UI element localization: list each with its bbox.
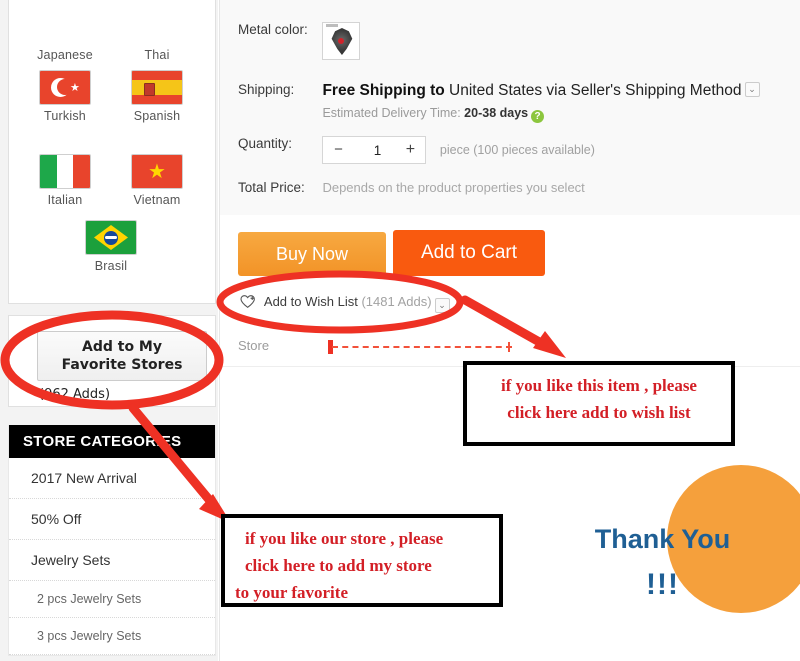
fav-button-line2: Favorite Stores: [61, 357, 183, 373]
vietnam-flag-icon: ★: [131, 154, 183, 189]
language-option-vietnam[interactable]: ★ Vietnam: [111, 154, 203, 207]
annotation-store-line3: to your favorite: [235, 583, 348, 602]
add-to-wish-list-link[interactable]: Add to Wish List (1481 Adds) ⌄: [240, 294, 450, 313]
fav-button-line1: Add to My: [82, 339, 162, 355]
category-item-2017-new-arrival[interactable]: 2017 New Arrival: [9, 458, 215, 499]
dashed-rating-line: [332, 346, 512, 348]
estimated-delivery-value: 20-38 days: [464, 106, 529, 120]
quantity-decrement-button[interactable]: −: [325, 137, 351, 163]
store-categories-header: STORE CATEGORIES: [9, 425, 215, 458]
language-label: Italian: [47, 193, 83, 207]
quantity-increment-button[interactable]: +: [397, 137, 423, 163]
language-selector-panel: Japanese Thai ★ Turkish Spanish Italian …: [8, 0, 216, 304]
language-option-thai[interactable]: Thai: [111, 44, 203, 62]
thank-you-badge: Thank You !!!: [560, 452, 765, 652]
progress-marker-right: [508, 342, 510, 352]
add-to-favorite-stores-button[interactable]: Add to My Favorite Stores: [37, 331, 207, 381]
annotation-box-favorite-store: if you like our store , please click her…: [221, 514, 503, 607]
chevron-down-icon[interactable]: ⌄: [744, 82, 760, 97]
language-option-turkish[interactable]: ★ Turkish: [19, 70, 111, 123]
language-label: Turkish: [44, 109, 86, 123]
swatch-tag-icon: [326, 24, 339, 27]
language-option-brasil[interactable]: Brasil: [65, 220, 157, 273]
annotation-box-wish-list: if you like this item , please click her…: [463, 361, 735, 446]
category-item-50-off[interactable]: 50% Off: [9, 499, 215, 540]
heart-plus-icon: [240, 295, 255, 309]
help-icon[interactable]: ?: [531, 110, 545, 123]
total-price-note: Depends on the product properties you se…: [322, 180, 585, 195]
language-label: Thai: [144, 48, 170, 62]
shipping-free-text: Free Shipping to: [322, 82, 445, 99]
thank-you-exclamation: !!!: [646, 568, 679, 601]
wish-list-count: (1481 Adds): [357, 294, 432, 309]
turkey-flag-icon: ★: [39, 70, 91, 105]
category-item-2-pcs-jewelry-sets[interactable]: 2 pcs Jewelry Sets: [9, 581, 215, 618]
annotation-store-line1: if you like our store , please: [245, 529, 444, 548]
shipping-label: Shipping:: [238, 82, 295, 97]
store-categories-panel: STORE CATEGORIES 2017 New Arrival 50% Of…: [8, 425, 216, 656]
estimated-delivery-row: Estimated Delivery Time: 20-38 days?: [322, 106, 759, 123]
italy-flag-icon: [39, 154, 91, 189]
brazil-flag-icon: [85, 220, 137, 255]
language-label: Japanese: [37, 48, 93, 62]
metal-color-row: Metal color:: [238, 22, 800, 60]
chevron-down-icon[interactable]: ⌄: [434, 298, 450, 313]
product-properties-block: Metal color: Shipping: Free Shipping to …: [220, 0, 800, 215]
add-to-cart-button[interactable]: Add to Cart: [393, 230, 545, 276]
category-item-3-pcs-jewelry-sets[interactable]: 3 pcs Jewelry Sets: [9, 618, 215, 655]
quantity-row: Quantity: − + piece (100 pieces availabl…: [238, 136, 800, 165]
favorite-store-panel: Add to My Favorite Stores (962 Adds): [8, 315, 216, 407]
annotation-wish-line2: click here add to wish list: [507, 403, 691, 422]
metal-color-label: Metal color:: [238, 22, 308, 37]
thank-you-text: Thank You: [594, 524, 731, 554]
language-option-italian[interactable]: Italian: [19, 154, 111, 207]
quantity-availability-note: piece (100 pieces available): [439, 143, 595, 157]
language-option-spanish[interactable]: Spanish: [111, 70, 203, 123]
shipping-row: Shipping: Free Shipping to United States…: [238, 82, 800, 123]
total-price-row: Total Price: Depends on the product prop…: [238, 180, 800, 198]
product-page-screenshot: Japanese Thai ★ Turkish Spanish Italian …: [0, 0, 800, 661]
spain-flag-icon: [131, 70, 183, 105]
metal-color-swatch[interactable]: [322, 22, 361, 60]
language-label: Spanish: [133, 109, 181, 123]
language-label: Vietnam: [133, 193, 181, 207]
shipping-destination-text: United States via Seller's Shipping Meth…: [444, 82, 742, 99]
pendant-thumbnail-icon: [331, 28, 353, 55]
language-label: Brasil: [94, 259, 128, 273]
shipping-value-group: Free Shipping to United States via Selle…: [322, 82, 760, 123]
buy-now-button[interactable]: Buy Now: [238, 232, 386, 276]
estimated-delivery-prefix: Estimated Delivery Time:: [322, 106, 465, 120]
favorite-adds-count: (962 Adds): [39, 387, 111, 402]
store-section-label: Store: [238, 338, 270, 353]
category-item-jewelry-sets[interactable]: Jewelry Sets: [9, 540, 215, 581]
quantity-stepper[interactable]: − +: [322, 136, 427, 165]
annotation-store-line2: click here to add my store: [245, 556, 432, 575]
total-price-label: Total Price:: [238, 180, 305, 195]
left-sidebar: Japanese Thai ★ Turkish Spanish Italian …: [0, 0, 218, 661]
quantity-label: Quantity:: [238, 136, 293, 151]
annotation-wish-line1: if you like this item , please: [501, 376, 697, 395]
language-option-japanese[interactable]: Japanese: [19, 44, 111, 62]
wish-list-label: Add to Wish List: [263, 294, 358, 309]
